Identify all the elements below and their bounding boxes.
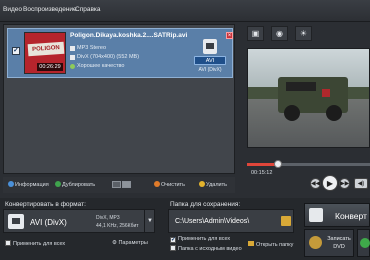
folder-apply-all[interactable]: ✓ Применить для всех — [170, 236, 230, 243]
output-format-badge[interactable]: AVI AVI (DivX) — [194, 39, 226, 75]
film-icon — [203, 39, 217, 54]
format-apply-all-checkbox[interactable] — [5, 240, 11, 246]
delete-icon — [199, 181, 205, 187]
info-label: Информация — [15, 182, 49, 188]
open-folder-button[interactable]: Открыть папку — [248, 241, 293, 248]
audio-info: MP3 Stereo — [77, 45, 107, 51]
source-folder-label: Папка с исходным видео — [178, 246, 242, 252]
vehicle-wheel — [326, 105, 342, 121]
video-duration: 00:26:29 — [37, 63, 63, 71]
disc-icon — [309, 236, 322, 249]
folder-icon[interactable] — [281, 216, 291, 226]
thumbnail-logo: POLIGON — [27, 41, 65, 57]
crop-icon[interactable]: ▣ — [247, 26, 264, 41]
file-name: Poligon.Dikaya.koshka.2....SATRip.avi — [70, 32, 188, 39]
convert-button[interactable]: Конверт — [304, 203, 370, 227]
snapshot-icon[interactable]: ◉ — [271, 26, 288, 41]
vehicle-marking — [322, 89, 330, 97]
current-time: 00:15:12 — [251, 170, 273, 176]
info-icon — [8, 181, 14, 187]
duplicate-label: Дублировать — [62, 182, 96, 188]
format-audio: 44,1 KHz, 256Кбит — [96, 223, 139, 229]
convert-label: Конверт — [335, 211, 367, 221]
quality-icon — [70, 64, 75, 69]
burn-dvd-button[interactable]: Записать DVD — [304, 229, 354, 257]
menu-help[interactable]: Справка — [75, 6, 101, 13]
clear-label: Очистить — [161, 182, 185, 188]
menu-playback[interactable]: Воспроизведение — [23, 6, 77, 13]
rewind-icon[interactable]: ◀◀ — [310, 178, 321, 189]
effects-icon[interactable]: ☀ — [295, 26, 312, 41]
film-icon — [309, 208, 323, 222]
video-info: DivX (704x400) (552 MB) — [77, 54, 140, 60]
save-folder-field[interactable]: C:\Users\Admin\Videos\ — [168, 209, 294, 233]
video-icon — [70, 55, 75, 60]
quality-info: Хорошее качество — [77, 63, 125, 69]
delete-button[interactable]: Удалить — [199, 181, 227, 188]
format-apply-all[interactable]: Применить для всех — [5, 240, 65, 247]
vehicle-wheel — [284, 105, 300, 121]
source-folder-option[interactable]: Папка с исходным видео — [170, 245, 242, 252]
parameters-label: Параметры — [118, 240, 148, 246]
menu-bar: Видео Воспроизведение Справка — [0, 0, 370, 22]
parameters-button[interactable]: ⚙ Параметры — [112, 240, 148, 246]
video-thumbnail[interactable]: POLIGON 00:26:29 — [24, 32, 66, 74]
burn-dvd-line2: DVD — [333, 244, 345, 250]
file-select-checkbox[interactable]: ✓ — [12, 47, 20, 55]
open-folder-icon — [248, 241, 254, 246]
share-button[interactable] — [357, 229, 370, 257]
duplicate-icon — [55, 181, 61, 187]
audio-icon — [70, 46, 75, 51]
menu-video[interactable]: Видео — [3, 6, 22, 13]
volume-icon[interactable]: ◀) — [354, 178, 368, 189]
info-button[interactable]: Информация — [8, 181, 49, 188]
view-toggle-left[interactable] — [112, 181, 121, 188]
folder-apply-all-checkbox[interactable]: ✓ — [170, 237, 176, 243]
vehicle-window — [286, 82, 316, 91]
forward-icon[interactable]: ▶▶ — [339, 178, 350, 189]
selected-format: AVI (DivX) — [30, 218, 67, 227]
burn-dvd-label: Записать DVD — [324, 235, 354, 251]
save-folder-label: Папка для сохранения: — [170, 201, 241, 208]
format-codec: DivX, MP3 — [96, 215, 120, 221]
remove-file-button[interactable]: × — [226, 32, 233, 39]
chevron-down-icon[interactable]: ▼ — [144, 210, 155, 232]
convert-format-label: Конвертировать в формат: — [5, 201, 86, 208]
file-list-toolbar: Информация Дублировать Очистить Удалить — [3, 177, 235, 193]
play-icon[interactable]: ▶ — [322, 175, 338, 191]
delete-label: Удалить — [206, 182, 227, 188]
format-badge-label: AVI (DivX) — [198, 67, 222, 73]
burn-dvd-line1: Записать — [327, 236, 351, 242]
video-preview[interactable] — [247, 48, 370, 148]
clear-icon — [154, 181, 160, 187]
save-folder-path: C:\Users\Admin\Videos\ — [175, 218, 250, 225]
format-selector[interactable]: AVI (DivX) DivX, MP3 44,1 KHz, 256Кбит ▼ — [3, 209, 155, 233]
preview-toolbar: ▣ ◉ ☀ — [240, 24, 370, 44]
clear-button[interactable]: Очистить — [154, 181, 185, 188]
file-list-panel: ✓ POLIGON 00:26:29 Poligon.Dikaya.koshka… — [3, 24, 235, 174]
format-badge-button[interactable]: AVI — [194, 56, 226, 65]
duplicate-button[interactable]: Дублировать — [55, 181, 95, 188]
seek-bar[interactable] — [247, 160, 370, 168]
source-folder-checkbox[interactable] — [170, 245, 176, 251]
format-apply-all-label: Применить для всех — [13, 241, 66, 247]
folder-apply-all-label: Применить для всех — [178, 236, 231, 242]
film-icon — [8, 214, 24, 229]
view-toggle-right[interactable] — [122, 181, 131, 188]
share-icon — [360, 238, 370, 248]
file-list-item[interactable]: ✓ POLIGON 00:26:29 Poligon.Dikaya.koshka… — [7, 28, 233, 78]
seek-bar-handle[interactable] — [273, 160, 282, 168]
open-folder-label: Открыть папку — [256, 242, 294, 248]
